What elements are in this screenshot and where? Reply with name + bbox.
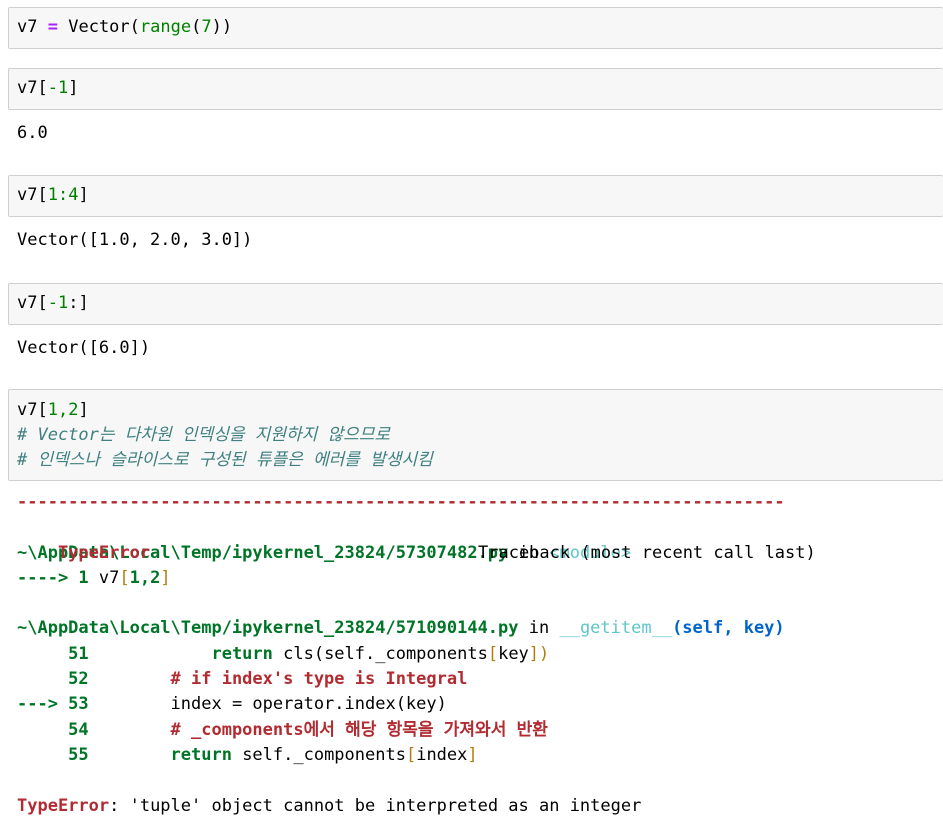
code-cell-4[interactable]: v7[-1:] — [8, 283, 943, 325]
traceback-line: 51 return cls(self._components[key]) — [17, 643, 550, 664]
code-comment: # Vector는 다차원 인덱싱을 지원하지 않으므로 — [17, 425, 391, 445]
code-cell-1[interactable]: v7 = Vector(range(7)) — [8, 7, 943, 49]
traceback-separator: ----------------------------------------… — [17, 492, 785, 512]
code-comment: # 인덱스나 슬라이스로 구성된 튜플은 에러를 발생시킴 — [17, 450, 433, 470]
code-line: v7[-1:] — [17, 293, 89, 313]
cell-output: Vector([6.0]) — [17, 338, 151, 358]
traceback-line: 54 # _components에서 해당 항목을 가져와서 반환 — [17, 719, 548, 740]
code-line: v7 = Vector(range(7)) — [17, 17, 233, 37]
code-line: v7[1,2] — [17, 400, 89, 420]
code-cell-2[interactable]: v7[-1] — [8, 68, 943, 110]
traceback-frame-2: ~\AppData\Local\Temp/ipykernel_23824/571… — [17, 618, 785, 639]
traceback-line: 52 # if index's type is Integral — [17, 669, 468, 690]
traceback-header: TypeError Traceback (most recent call las… — [57, 542, 816, 563]
cell-output: 6.0 — [17, 123, 48, 143]
code-cell-3[interactable]: v7[1:4] — [8, 175, 943, 217]
error-traceback: ----------------------------------------… — [17, 490, 816, 819]
traceback-line: 55 return self._components[index] — [17, 744, 478, 765]
error-message: TypeError: 'tuple' object cannot be inte… — [17, 795, 642, 816]
code-cell-5[interactable]: v7[1,2] # Vector는 다차원 인덱싱을 지원하지 않으므로 # 인… — [8, 389, 943, 481]
cell-output: Vector([1.0, 2.0, 3.0]) — [17, 230, 253, 250]
code-line: v7[-1] — [17, 78, 79, 98]
traceback-line: ----> 1 v7[1,2] — [17, 567, 171, 588]
traceback-line-current: ---> 53 index = operator.index(key) — [17, 694, 447, 715]
code-line: v7[1:4] — [17, 185, 89, 205]
